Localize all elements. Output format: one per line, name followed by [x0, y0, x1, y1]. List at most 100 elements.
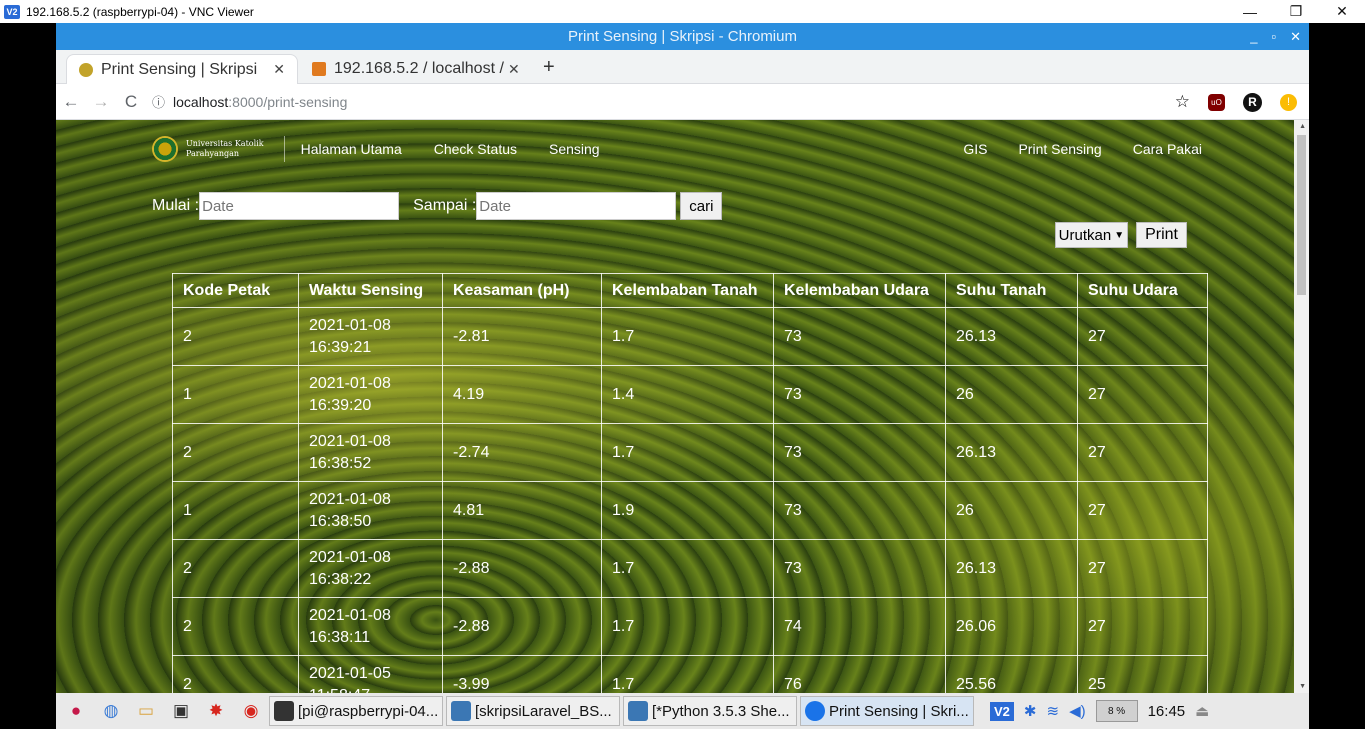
search-button[interactable]: cari	[680, 192, 723, 220]
file-manager-icon[interactable]: ▭	[131, 696, 161, 726]
sensing-time: 16:38:11	[309, 628, 371, 646]
table-row: 1 2021-01-08 16:39:20 4.19 1.4 73 26 27	[172, 365, 1208, 424]
table-cell: -2.88	[442, 539, 602, 598]
web-browser-icon[interactable]: ◍	[96, 696, 126, 726]
site-info-icon[interactable]: ⓘ	[152, 92, 165, 111]
chromium-window: Print Sensing | Skripsi - Chromium _ ▫ ✕…	[56, 23, 1309, 693]
table-cell: -2.88	[442, 597, 602, 656]
python-icon	[628, 701, 648, 721]
table-cell: 1.7	[601, 539, 774, 598]
r-extension-icon[interactable]: R	[1243, 92, 1262, 112]
brand-line-2: Parahyangan	[186, 149, 240, 158]
close-button[interactable]: ✕	[1319, 0, 1365, 23]
volume-icon[interactable]: ◀)	[1069, 702, 1086, 720]
table-cell: -3.99	[442, 655, 602, 693]
mathematica-icon[interactable]: ✸	[201, 696, 231, 726]
nav-link-halaman-utama[interactable]: Halaman Utama	[301, 141, 402, 157]
nav-link-print-sensing[interactable]: Print Sensing	[1018, 141, 1101, 157]
table-cell: 27	[1077, 365, 1208, 424]
back-icon[interactable]: ←	[56, 92, 86, 112]
chromium-restore-button[interactable]: ▫	[1271, 23, 1276, 50]
chevron-down-icon: ▼	[1114, 229, 1125, 241]
forward-icon[interactable]: →	[86, 92, 116, 112]
table-row: 2 2021-01-08 16:39:21 -2.81 1.7 73 26.13 27	[172, 307, 1208, 366]
chromium-close-button[interactable]: ✕	[1290, 23, 1301, 50]
tab-phpmyadmin[interactable]: 192.168.5.2 / localhost / ✕	[300, 54, 532, 84]
table-cell: 26.06	[945, 597, 1078, 656]
table-cell: 1	[172, 481, 299, 540]
sensing-date: 2021-01-08	[309, 374, 391, 392]
cpu-usage-monitor[interactable]: 8 %	[1095, 700, 1138, 722]
table-cell: 1.4	[601, 365, 774, 424]
date-filter: Mulai : Sampai : cari	[152, 192, 723, 220]
start-date-label: Mulai :	[152, 197, 200, 214]
nav-link-gis[interactable]: GIS	[963, 141, 987, 157]
end-date-label: Sampai :	[413, 197, 477, 214]
scrollbar-thumb[interactable]	[1297, 135, 1306, 295]
task-chromium[interactable]: Print Sensing | Skri...	[800, 696, 974, 726]
url-path: :8000/print-sensing	[228, 93, 348, 110]
university-logo-icon[interactable]	[152, 136, 178, 162]
wifi-icon[interactable]: ≋	[1046, 702, 1059, 720]
tab-label: 192.168.5.2 / localhost /	[334, 60, 504, 77]
nav-link-sensing[interactable]: Sensing	[549, 141, 600, 157]
page-scrollbar[interactable]: ▲ ▼	[1294, 120, 1309, 693]
reload-icon[interactable]: C	[116, 92, 146, 112]
toolbar: ← → C ⓘ localhost :8000/print-sensing ☆ …	[56, 84, 1309, 120]
nav-link-check-status[interactable]: Check Status	[434, 141, 517, 157]
sensing-time: 16:39:21	[309, 338, 372, 356]
end-date-input[interactable]	[476, 192, 677, 220]
table-row: 2 2021-01-08 16:38:11 -2.88 1.7 74 26.06 27	[172, 597, 1208, 656]
nav-link-cara-pakai[interactable]: Cara Pakai	[1133, 141, 1202, 157]
table-cell: 26.13	[945, 307, 1078, 366]
scroll-up-icon[interactable]: ▲	[1299, 123, 1306, 130]
sensing-time: 11:58:47	[309, 685, 432, 694]
brand-name[interactable]: Universitas Katolik Parahyangan	[186, 136, 285, 162]
sort-select[interactable]: Urutkan ▼	[1054, 222, 1129, 248]
vnc-window-title: 192.168.5.2 (raspberrypi-04) - VNC Viewe…	[26, 4, 254, 19]
eject-icon[interactable]: ⏏	[1195, 702, 1209, 720]
task-label: [skripsiLaravel_BS...	[475, 702, 612, 720]
table-row: 2 2021-01-05 11:58:47 -3.991.77625.5625	[172, 655, 1208, 694]
address-bar[interactable]: ⓘ localhost :8000/print-sensing	[152, 92, 347, 111]
table-row: 1 2021-01-08 16:38:50 4.81 1.9 73 26 27	[172, 481, 1208, 540]
sensing-date: 2021-01-08	[309, 316, 391, 334]
start-date-input[interactable]	[199, 192, 400, 220]
table-row: 2 2021-01-08 16:38:52 -2.74 1.7 73 26.13 27	[172, 423, 1208, 482]
tab-close-icon[interactable]: ✕	[273, 61, 285, 78]
maximize-button[interactable]: ❐	[1273, 0, 1319, 23]
task-thonny[interactable]: [skripsiLaravel_BS...	[446, 696, 620, 726]
tab-close-icon[interactable]: ✕	[508, 61, 520, 78]
task-python-shell[interactable]: [*Python 3.5.3 She...	[623, 696, 797, 726]
bluetooth-icon[interactable]: ✱	[1024, 702, 1037, 720]
tab-print-sensing[interactable]: Print Sensing | Skripsi ✕	[66, 54, 298, 84]
table-cell: 2021-01-08 16:38:50	[298, 481, 443, 540]
column-header: Kelembaban Tanah	[601, 273, 774, 308]
wolfram-icon[interactable]: ◉	[236, 696, 266, 726]
task-label: Print Sensing | Skri...	[829, 702, 969, 720]
table-cell: 27	[1077, 539, 1208, 598]
clock[interactable]: 16:45	[1148, 703, 1186, 720]
terminal-icon[interactable]: ▣	[166, 696, 196, 726]
new-tab-button[interactable]: +	[543, 56, 555, 79]
scroll-down-icon[interactable]: ▼	[1299, 683, 1306, 690]
task-terminal[interactable]: [pi@raspberrypi-04...	[269, 696, 443, 726]
raspberry-menu-icon[interactable]: ●	[61, 696, 91, 726]
sensing-date: 2021-01-08	[309, 490, 391, 508]
chromium-minimize-button[interactable]: _	[1250, 23, 1257, 50]
sort-print-controls: Urutkan ▼ Print	[1054, 222, 1187, 248]
sensing-time: 16:38:50	[309, 512, 372, 530]
print-button[interactable]: Print	[1136, 222, 1187, 248]
table-cell: 2	[172, 655, 299, 693]
column-header: Suhu Tanah	[945, 273, 1078, 308]
minimize-button[interactable]: —	[1227, 0, 1273, 23]
system-tray: V2 ✱ ≋ ◀) 8 % 16:45 ⏏	[980, 700, 1209, 722]
bookmark-star-icon[interactable]: ☆	[1175, 92, 1190, 112]
vnc-tray-icon[interactable]: V2	[990, 701, 1014, 721]
table-cell: 25	[1077, 655, 1208, 693]
table-cell: 2021-01-08 16:39:21	[298, 307, 443, 366]
ublock-extension-icon[interactable]: uO	[1208, 93, 1225, 111]
notification-extension-icon[interactable]: !	[1280, 93, 1297, 111]
table-cell: 1.9	[601, 481, 774, 540]
vnc-logo-icon: V2	[4, 4, 20, 19]
